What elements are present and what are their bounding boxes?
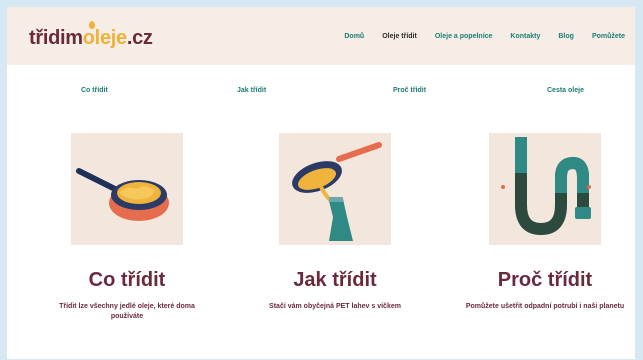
logo-text-part2: oleje — [82, 21, 127, 50]
card-title-how: Jak třídit — [293, 269, 377, 291]
site-header: třidim oleje .cz Domů Oleje třídit Oleje… — [7, 7, 635, 65]
card-text-what: Třídit lze všechny jedlé oleje, které do… — [59, 303, 195, 320]
logo-text-part3: .cz — [126, 27, 153, 49]
nav-item-contacts[interactable]: Kontakty — [510, 33, 540, 40]
subnav-item-oil-journey[interactable]: Cesta oleje — [547, 87, 584, 94]
nav-item-oils-and-bins[interactable]: Oleje a popelníce — [435, 33, 493, 40]
subnav-item-why[interactable]: Proč třídit — [393, 87, 426, 94]
logo-text-part1: třidim — [29, 27, 83, 49]
drain-pipe-illustration — [489, 133, 601, 245]
browser-viewport: třidim oleje .cz Domů Oleje třídit Oleje… — [7, 7, 635, 359]
oil-drop-icon — [88, 21, 95, 29]
nav-item-home[interactable]: Domů — [344, 33, 364, 40]
site-logo[interactable]: třidim oleje .cz — [29, 21, 153, 50]
nav-item-sort-oils[interactable]: Oleje třídit — [382, 33, 417, 40]
main-nav: Domů Oleje třídit Oleje a popelníce Kont… — [344, 33, 625, 40]
logo-text-part2-label: oleje — [82, 27, 127, 49]
nav-item-blog[interactable]: Blog — [558, 33, 574, 40]
section-subnav: Co třídit Jak třídit Proč třídit Cesta o… — [7, 87, 635, 101]
pouring-oil-illustration — [279, 133, 391, 245]
subnav-item-how[interactable]: Jak třídit — [237, 87, 266, 94]
card-title-what: Co třídit — [88, 269, 166, 291]
card-text-why: Pomůžete ušetřit odpadní potrubí i naši … — [465, 303, 625, 310]
card-text-how: Stačí vám obyčejná PET lahev s víčkem — [269, 303, 401, 310]
frying-pan-illustration — [71, 133, 183, 245]
subnav-item-what[interactable]: Co třídit — [81, 87, 108, 94]
card-title-why: Proč třídit — [497, 269, 593, 291]
nav-item-help[interactable]: Pomůžete — [592, 33, 625, 40]
